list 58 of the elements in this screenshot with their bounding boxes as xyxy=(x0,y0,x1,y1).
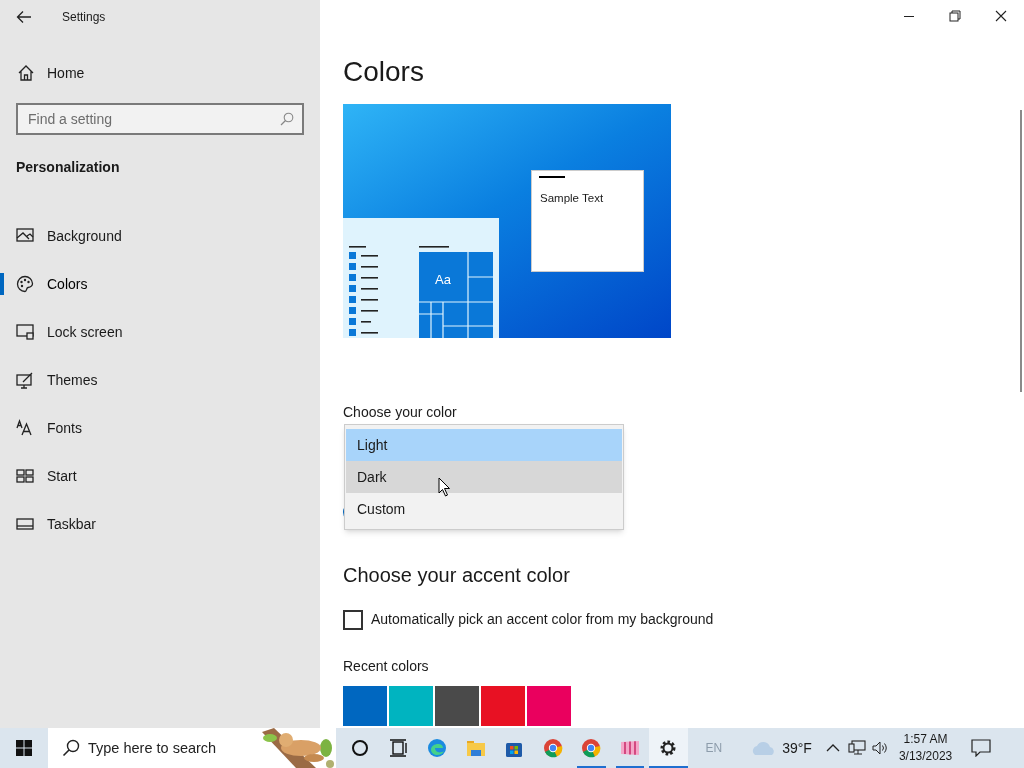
sidebar-item[interactable]: Background xyxy=(0,212,320,260)
tile-label: Aa xyxy=(435,271,451,289)
section-heading: Choose your accent color xyxy=(343,563,570,588)
speaker-icon[interactable] xyxy=(871,740,888,756)
dropdown-option[interactable]: Dark xyxy=(346,461,622,493)
edge-browser-icon xyxy=(427,738,448,758)
clock[interactable]: 1:57 AM 3/13/2023 xyxy=(898,731,953,765)
sidebar-item[interactable]: Lock screen xyxy=(0,308,320,356)
sidebar-item[interactable]: Start xyxy=(0,452,320,500)
start-tiles-icon xyxy=(16,467,34,485)
temperature-text[interactable]: 39°F xyxy=(782,737,812,759)
taskbar-app-button[interactable] xyxy=(649,728,688,768)
fonts-icon xyxy=(16,419,34,437)
mouse-cursor-icon xyxy=(438,477,451,497)
home-link[interactable]: Home xyxy=(47,62,85,84)
back-arrow-icon[interactable] xyxy=(16,9,32,24)
color-swatch[interactable] xyxy=(481,686,525,726)
palette-icon xyxy=(16,275,34,293)
lock-screen-icon xyxy=(16,323,34,341)
network-icon[interactable] xyxy=(847,740,866,756)
dropdown-option[interactable]: Light xyxy=(346,429,622,461)
notification-icon[interactable] xyxy=(971,739,992,757)
color-swatch[interactable] xyxy=(389,686,433,726)
color-swatch[interactable] xyxy=(527,686,571,726)
checkbox[interactable] xyxy=(343,609,363,630)
search-icon xyxy=(280,112,294,126)
chrome-browser-icon xyxy=(542,738,563,758)
search-field[interactable]: Find a setting xyxy=(16,103,304,135)
sidebar-item[interactable]: Fonts xyxy=(0,404,320,452)
search-icon xyxy=(62,739,80,757)
task-view-icon xyxy=(388,738,409,758)
film-strip-icon xyxy=(619,738,640,758)
windows-logo-icon xyxy=(16,740,32,756)
circle-icon xyxy=(350,738,371,758)
scrollbar-thumb[interactable] xyxy=(1020,110,1022,392)
image-icon xyxy=(16,227,34,245)
sidebar-item[interactable]: Taskbar xyxy=(0,500,320,548)
dropdown-option[interactable]: Custom xyxy=(346,493,622,525)
window-title: Settings xyxy=(62,8,106,26)
themes-icon xyxy=(16,371,34,389)
section-heading: Personalization xyxy=(16,158,121,177)
home-icon[interactable] xyxy=(17,64,35,82)
taskbar-search-field[interactable]: Type here to search xyxy=(48,728,256,768)
restore-icon xyxy=(947,8,963,24)
sidebar-item[interactable]: Themes xyxy=(0,356,320,404)
color-swatch[interactable] xyxy=(343,686,387,726)
chevron-up-icon[interactable] xyxy=(825,743,840,753)
checkbox-label: Automatically pick an accent color from my background xyxy=(371,610,714,629)
chrome-browser-icon xyxy=(581,738,602,758)
sample-text: Sample Text xyxy=(540,191,605,206)
color-swatch[interactable] xyxy=(435,686,479,726)
close-icon xyxy=(993,8,1009,24)
minimize-icon xyxy=(904,15,914,17)
subsection-label: Recent colors xyxy=(343,657,429,676)
folder-icon xyxy=(465,738,486,758)
page-heading: Colors xyxy=(343,55,424,89)
field-label: Choose your color xyxy=(343,403,457,422)
taskbar-icon xyxy=(16,515,34,533)
